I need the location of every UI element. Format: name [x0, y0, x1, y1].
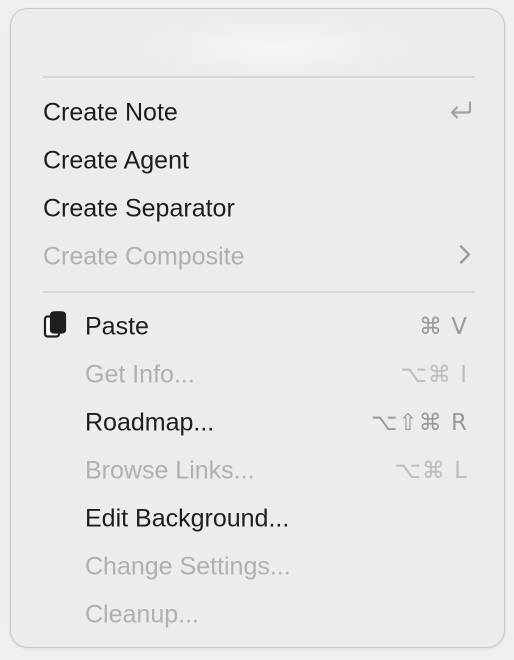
- menu-separator-top: [43, 76, 475, 78]
- menu-item-create-composite[interactable]: Create Composite: [11, 235, 504, 279]
- menu-item-label: Cleanup...: [85, 600, 199, 629]
- menu-item-label: Change Settings...: [85, 552, 291, 581]
- menu-item-label: Create Note: [43, 98, 178, 127]
- menu-item-label: Get Info...: [85, 360, 195, 389]
- menu-item-cleanup[interactable]: Cleanup...: [11, 593, 504, 637]
- menu-item-browse-links[interactable]: Browse Links... ⌥⌘ L: [11, 449, 504, 493]
- shortcut-label: ⌥⇧⌘ R: [370, 410, 468, 436]
- menu-item-label: Browse Links...: [85, 456, 255, 485]
- chevron-right-icon: [458, 244, 472, 271]
- menu-item-create-agent[interactable]: Create Agent: [11, 139, 504, 183]
- menu-item-paste[interactable]: Paste ⌘ V: [11, 305, 504, 349]
- menu-header-blank: [141, 17, 411, 77]
- context-menu: Create Note Create Agent Create Separato…: [10, 8, 505, 648]
- menu-item-create-separator[interactable]: Create Separator: [11, 187, 504, 231]
- menu-item-roadmap[interactable]: Roadmap... ⌥⇧⌘ R: [11, 401, 504, 445]
- shortcut-label: ⌥⌘ I: [400, 362, 468, 388]
- menu-item-label: Roadmap...: [85, 408, 215, 437]
- clipboard-icon: [43, 311, 67, 344]
- menu-item-label: Paste: [85, 312, 149, 341]
- menu-item-label: Edit Background...: [85, 504, 290, 533]
- menu-item-change-settings[interactable]: Change Settings...: [11, 545, 504, 589]
- menu-separator-middle: [43, 291, 475, 293]
- shortcut-label: ⌘ V: [418, 314, 468, 340]
- menu-item-create-note[interactable]: Create Note: [11, 91, 504, 135]
- menu-item-label: Create Agent: [43, 146, 189, 175]
- menu-item-label: Create Separator: [43, 194, 235, 223]
- shortcut-label: ⌥⌘ L: [394, 458, 468, 484]
- return-icon: [448, 100, 474, 127]
- menu-item-label: Create Composite: [43, 242, 245, 271]
- menu-item-get-info[interactable]: Get Info... ⌥⌘ I: [11, 353, 504, 397]
- menu-item-edit-background[interactable]: Edit Background...: [11, 497, 504, 541]
